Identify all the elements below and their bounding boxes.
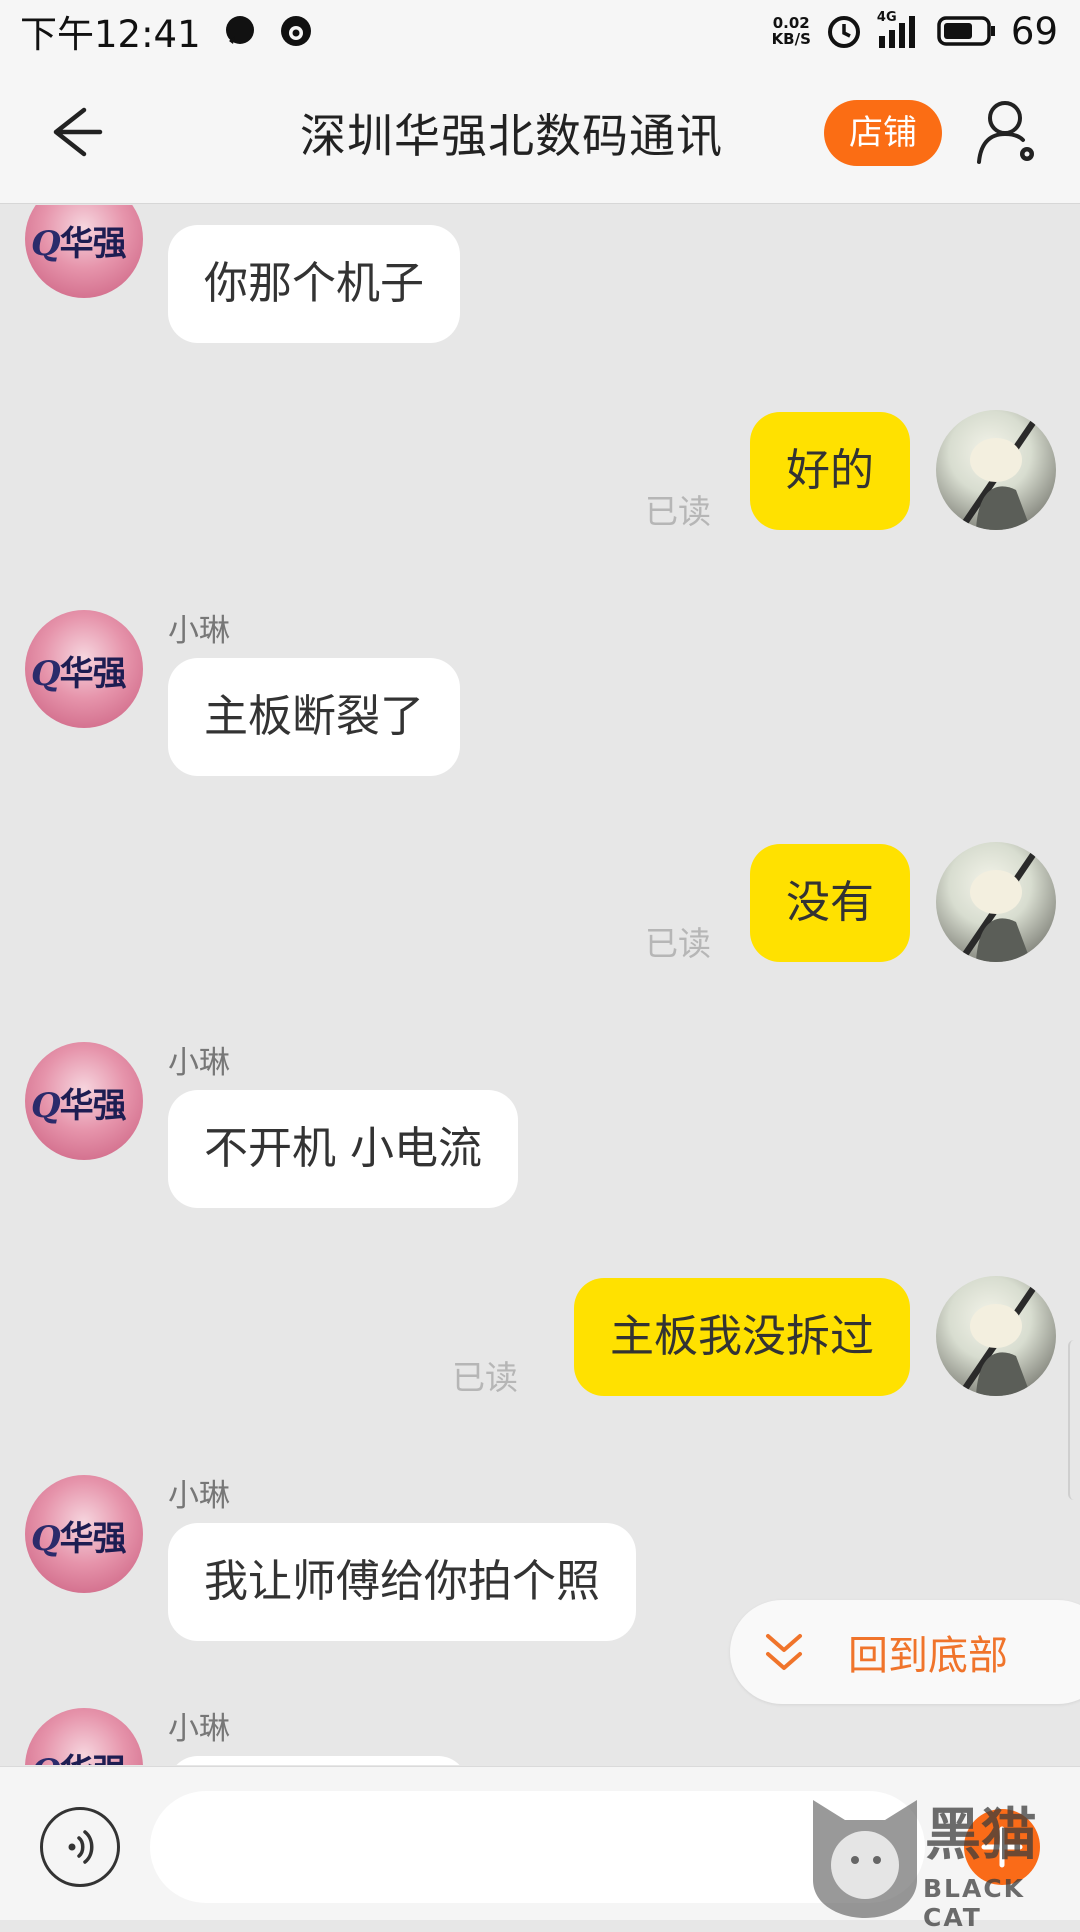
avatar-logo: Q华强 — [31, 1744, 127, 1765]
avatar-me[interactable] — [936, 410, 1056, 530]
avatar-logo: Q华强 — [31, 1086, 127, 1126]
watermark: 黑猫 BLACK CAT — [805, 1790, 1080, 1932]
read-status: 已读 — [452, 1358, 518, 1397]
avatar-contact[interactable]: Q华强 — [25, 1042, 143, 1160]
message-list[interactable]: Q华强 你那个机子 已读 好的 Q华强 小琳 主板断裂了 已读 没有 Q华强 小… — [0, 205, 1080, 1765]
chat-header: 深圳华强北数码通讯 店铺 — [0, 62, 1080, 204]
avatar-character-art — [956, 852, 1036, 962]
avatar-contact[interactable]: Q华强 — [25, 205, 143, 298]
avatar-logo: Q华强 — [31, 1519, 127, 1559]
message-bubble-incoming[interactable]: 你那个机子 — [168, 225, 460, 343]
avatar-character-art — [956, 1286, 1036, 1396]
shop-button[interactable]: 店铺 — [824, 100, 942, 166]
chat-bubble-icon — [225, 16, 254, 44]
sender-name: 小琳 — [168, 613, 230, 649]
net-speed: 0.02 KB/S — [772, 15, 811, 47]
avatar-logo: Q华强 — [31, 224, 127, 264]
user-settings-icon[interactable] — [975, 96, 1045, 168]
message-bubble-outgoing[interactable]: 没有 — [750, 844, 910, 962]
avatar-contact[interactable]: Q华强 — [25, 610, 143, 728]
jump-to-bottom-button[interactable]: 回到底部 — [730, 1600, 1080, 1704]
read-status: 已读 — [645, 924, 711, 963]
message-bubble-incoming[interactable]: 我让师傅给你拍个照 — [168, 1523, 636, 1641]
sender-name: 小琳 — [168, 1711, 230, 1747]
alarm-icon — [827, 16, 860, 48]
avatar-logo: Q华强 — [31, 654, 127, 694]
notification-drop-icon — [280, 16, 311, 46]
sender-name: 小琳 — [168, 1478, 230, 1514]
battery-icon — [937, 16, 995, 46]
voice-icon[interactable] — [40, 1807, 120, 1887]
message-bubble-outgoing[interactable]: 主板我没拆过 — [574, 1278, 910, 1396]
black-cat-logo-icon — [813, 1800, 917, 1918]
scroll-indicator[interactable] — [1068, 1340, 1080, 1500]
avatar-me[interactable] — [936, 1276, 1056, 1396]
sender-name: 小琳 — [168, 1045, 230, 1081]
watermark-subtitle: BLACK CAT — [923, 1874, 1026, 1932]
message-bubble-incoming[interactable] — [168, 1756, 468, 1765]
battery-level: 69 — [1010, 9, 1058, 53]
avatar-contact[interactable]: Q华强 — [25, 1708, 143, 1765]
net-speed-unit: KB/S — [771, 30, 811, 48]
message-bubble-incoming[interactable]: 不开机 小电流 — [168, 1090, 518, 1208]
double-chevron-down-icon — [766, 1634, 802, 1670]
read-status: 已读 — [645, 492, 711, 531]
message-bubble-outgoing[interactable]: 好的 — [750, 412, 910, 530]
status-right: 0.02 KB/S 4G 69 — [772, 10, 1058, 53]
back-arrow-icon[interactable] — [40, 102, 110, 162]
avatar-me[interactable] — [936, 842, 1056, 962]
page-title: 深圳华强北数码通讯 — [300, 109, 723, 163]
net-speed-value: 0.02 — [772, 14, 810, 32]
status-time: 下午12:41 — [20, 13, 201, 56]
signal-icon: 4G — [877, 10, 923, 50]
jump-to-bottom-label: 回到底部 — [848, 1633, 1008, 1679]
avatar-character-art — [956, 420, 1036, 530]
avatar-contact[interactable]: Q华强 — [25, 1475, 143, 1593]
status-left: 下午12:41 — [20, 4, 313, 58]
status-bar: 下午12:41 0.02 KB/S 4G 69 — [0, 0, 1080, 62]
watermark-title: 黑猫 — [925, 1803, 1037, 1868]
message-bubble-incoming[interactable]: 主板断裂了 — [168, 658, 460, 776]
